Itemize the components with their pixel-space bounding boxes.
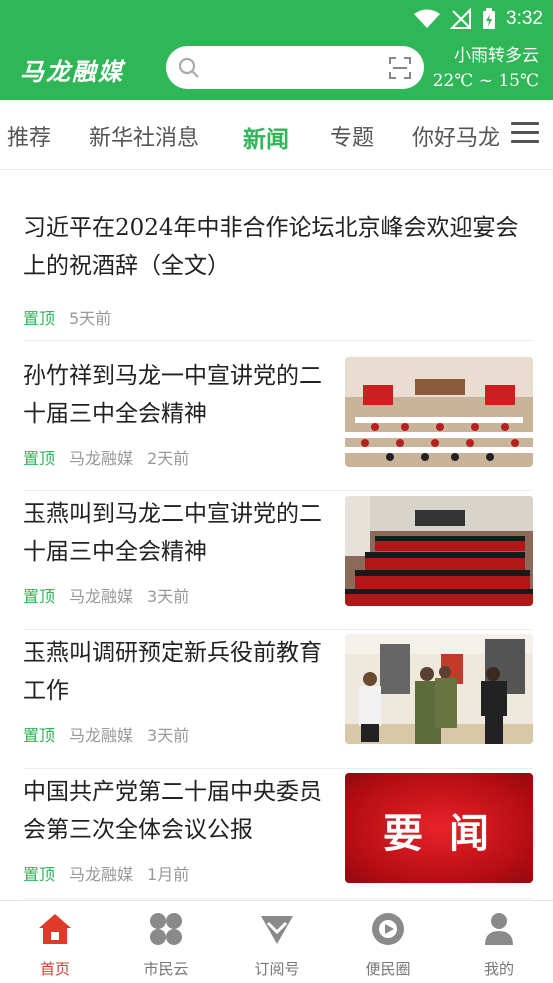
news-thumbnail — [345, 634, 533, 744]
nav-label: 首页 — [39, 960, 70, 978]
circle-play-icon — [372, 911, 406, 945]
nav-label: 便民圈 — [365, 960, 411, 978]
news-source: 马龙融媒 — [69, 449, 134, 468]
thumbnail-yaowen-text: 要 闻 — [383, 811, 495, 857]
tab-news[interactable]: 新闻 — [243, 120, 289, 154]
nav-label: 市民云 — [143, 960, 189, 978]
bottom-nav: 首页 市民云 订阅号 便民圈 我的 — [0, 900, 553, 983]
news-meta: 置顶 马龙融媒 1月前 — [23, 861, 189, 885]
battery-charging-icon — [483, 8, 496, 29]
news-title: 玉燕叫到马龙二中宣讲党的二十届三中全会精神 — [23, 501, 322, 565]
pinned-badge: 置顶 — [23, 449, 56, 468]
news-time: 5天前 — [69, 309, 112, 328]
news-time: 3天前 — [147, 726, 190, 745]
search-bar[interactable] — [166, 46, 424, 89]
news-time: 3天前 — [147, 587, 190, 606]
nav-subscriptions[interactable]: 订阅号 — [222, 901, 332, 983]
news-meta: 置顶 5天前 — [23, 305, 111, 329]
pinned-badge: 置顶 — [23, 865, 56, 884]
news-source: 马龙融媒 — [69, 865, 134, 884]
list-item[interactable]: 玉燕叫到马龙二中宣讲党的二十届三中全会精神 置顶 马龙融媒 3天前 — [23, 491, 533, 630]
news-title: 中国共产党第二十届中央委员会第三次全体会议公报 — [23, 779, 322, 843]
wifi-icon — [414, 9, 441, 28]
nav-home[interactable]: 首页 — [0, 901, 110, 983]
tabs-scroll: 推荐 新华社消息 新闻 专题 你好马龙 — [0, 100, 500, 169]
news-meta: 置顶 马龙融媒 3天前 — [23, 722, 189, 746]
news-title: 孙竹祥到马龙一中宣讲党的二十届三中全会精神 — [23, 363, 322, 427]
news-meta: 置顶 马龙融媒 3天前 — [23, 583, 189, 607]
status-time: 3:32 — [506, 8, 543, 29]
news-time: 1月前 — [147, 865, 190, 884]
search-input[interactable] — [208, 54, 378, 80]
tab-xinhua[interactable]: 新华社消息 — [89, 120, 199, 152]
diamond-icon — [261, 916, 293, 944]
nav-label: 我的 — [483, 960, 514, 978]
home-icon — [39, 914, 71, 944]
list-item[interactable]: 孙竹祥到马龙一中宣讲党的二十届三中全会精神 置顶 马龙融媒 2天前 — [23, 353, 533, 491]
list-item[interactable]: 中国共产党第二十届中央委员会第三次全体会议公报 置顶 马龙融媒 1月前 要 闻 — [23, 769, 533, 899]
app-logo: 马龙融媒 — [20, 58, 124, 86]
news-thumbnail — [345, 496, 533, 606]
clover-icon — [150, 913, 182, 945]
tab-recommend[interactable]: 推荐 — [7, 120, 51, 152]
weather-desc: 小雨转多云 — [454, 46, 539, 66]
status-bar: 3:32 — [414, 6, 543, 32]
tab-hello-malong[interactable]: 你好马龙 — [412, 120, 500, 152]
news-thumbnail — [345, 357, 533, 467]
weather-widget[interactable]: 小雨转多云 22℃ ~ 15℃ — [433, 44, 539, 94]
list-item[interactable]: 习近平在2024年中非合作论坛北京峰会欢迎宴会上的祝酒辞（全文） 置顶 5天前 — [23, 209, 533, 341]
nav-convenience[interactable]: 便民圈 — [333, 901, 443, 983]
news-thumbnail-yaowen: 要 闻 — [345, 773, 533, 883]
pinned-badge: 置顶 — [23, 587, 56, 606]
menu-icon[interactable] — [511, 122, 539, 144]
app-header: 3:32 马龙融媒 小雨转多云 22℃ ~ 15℃ — [0, 0, 553, 100]
news-time: 2天前 — [147, 449, 190, 468]
news-source: 马龙融媒 — [69, 587, 134, 606]
weather-temp: 22℃ ~ 15℃ — [432, 71, 539, 91]
tab-topics[interactable]: 专题 — [330, 120, 374, 152]
channel-tabs: 推荐 新华社消息 新闻 专题 你好马龙 — [0, 100, 553, 170]
no-signal-icon — [450, 8, 472, 29]
pinned-badge: 置顶 — [23, 726, 56, 745]
news-source: 马龙融媒 — [69, 726, 134, 745]
list-item[interactable]: 玉燕叫调研预定新兵役前教育工作 置顶 马龙融媒 3天前 — [23, 630, 533, 769]
nav-citizen-cloud[interactable]: 市民云 — [111, 901, 221, 983]
news-title: 习近平在2024年中非合作论坛北京峰会欢迎宴会上的祝酒辞（全文） — [23, 215, 519, 279]
news-title: 玉燕叫调研预定新兵役前教育工作 — [23, 640, 322, 704]
nav-mine[interactable]: 我的 — [444, 901, 553, 983]
user-icon — [485, 913, 513, 945]
news-meta: 置顶 马龙融媒 2天前 — [23, 445, 189, 469]
pinned-badge: 置顶 — [23, 309, 56, 328]
search-icon — [178, 57, 199, 78]
scan-icon[interactable] — [389, 57, 411, 79]
nav-label: 订阅号 — [254, 960, 300, 978]
